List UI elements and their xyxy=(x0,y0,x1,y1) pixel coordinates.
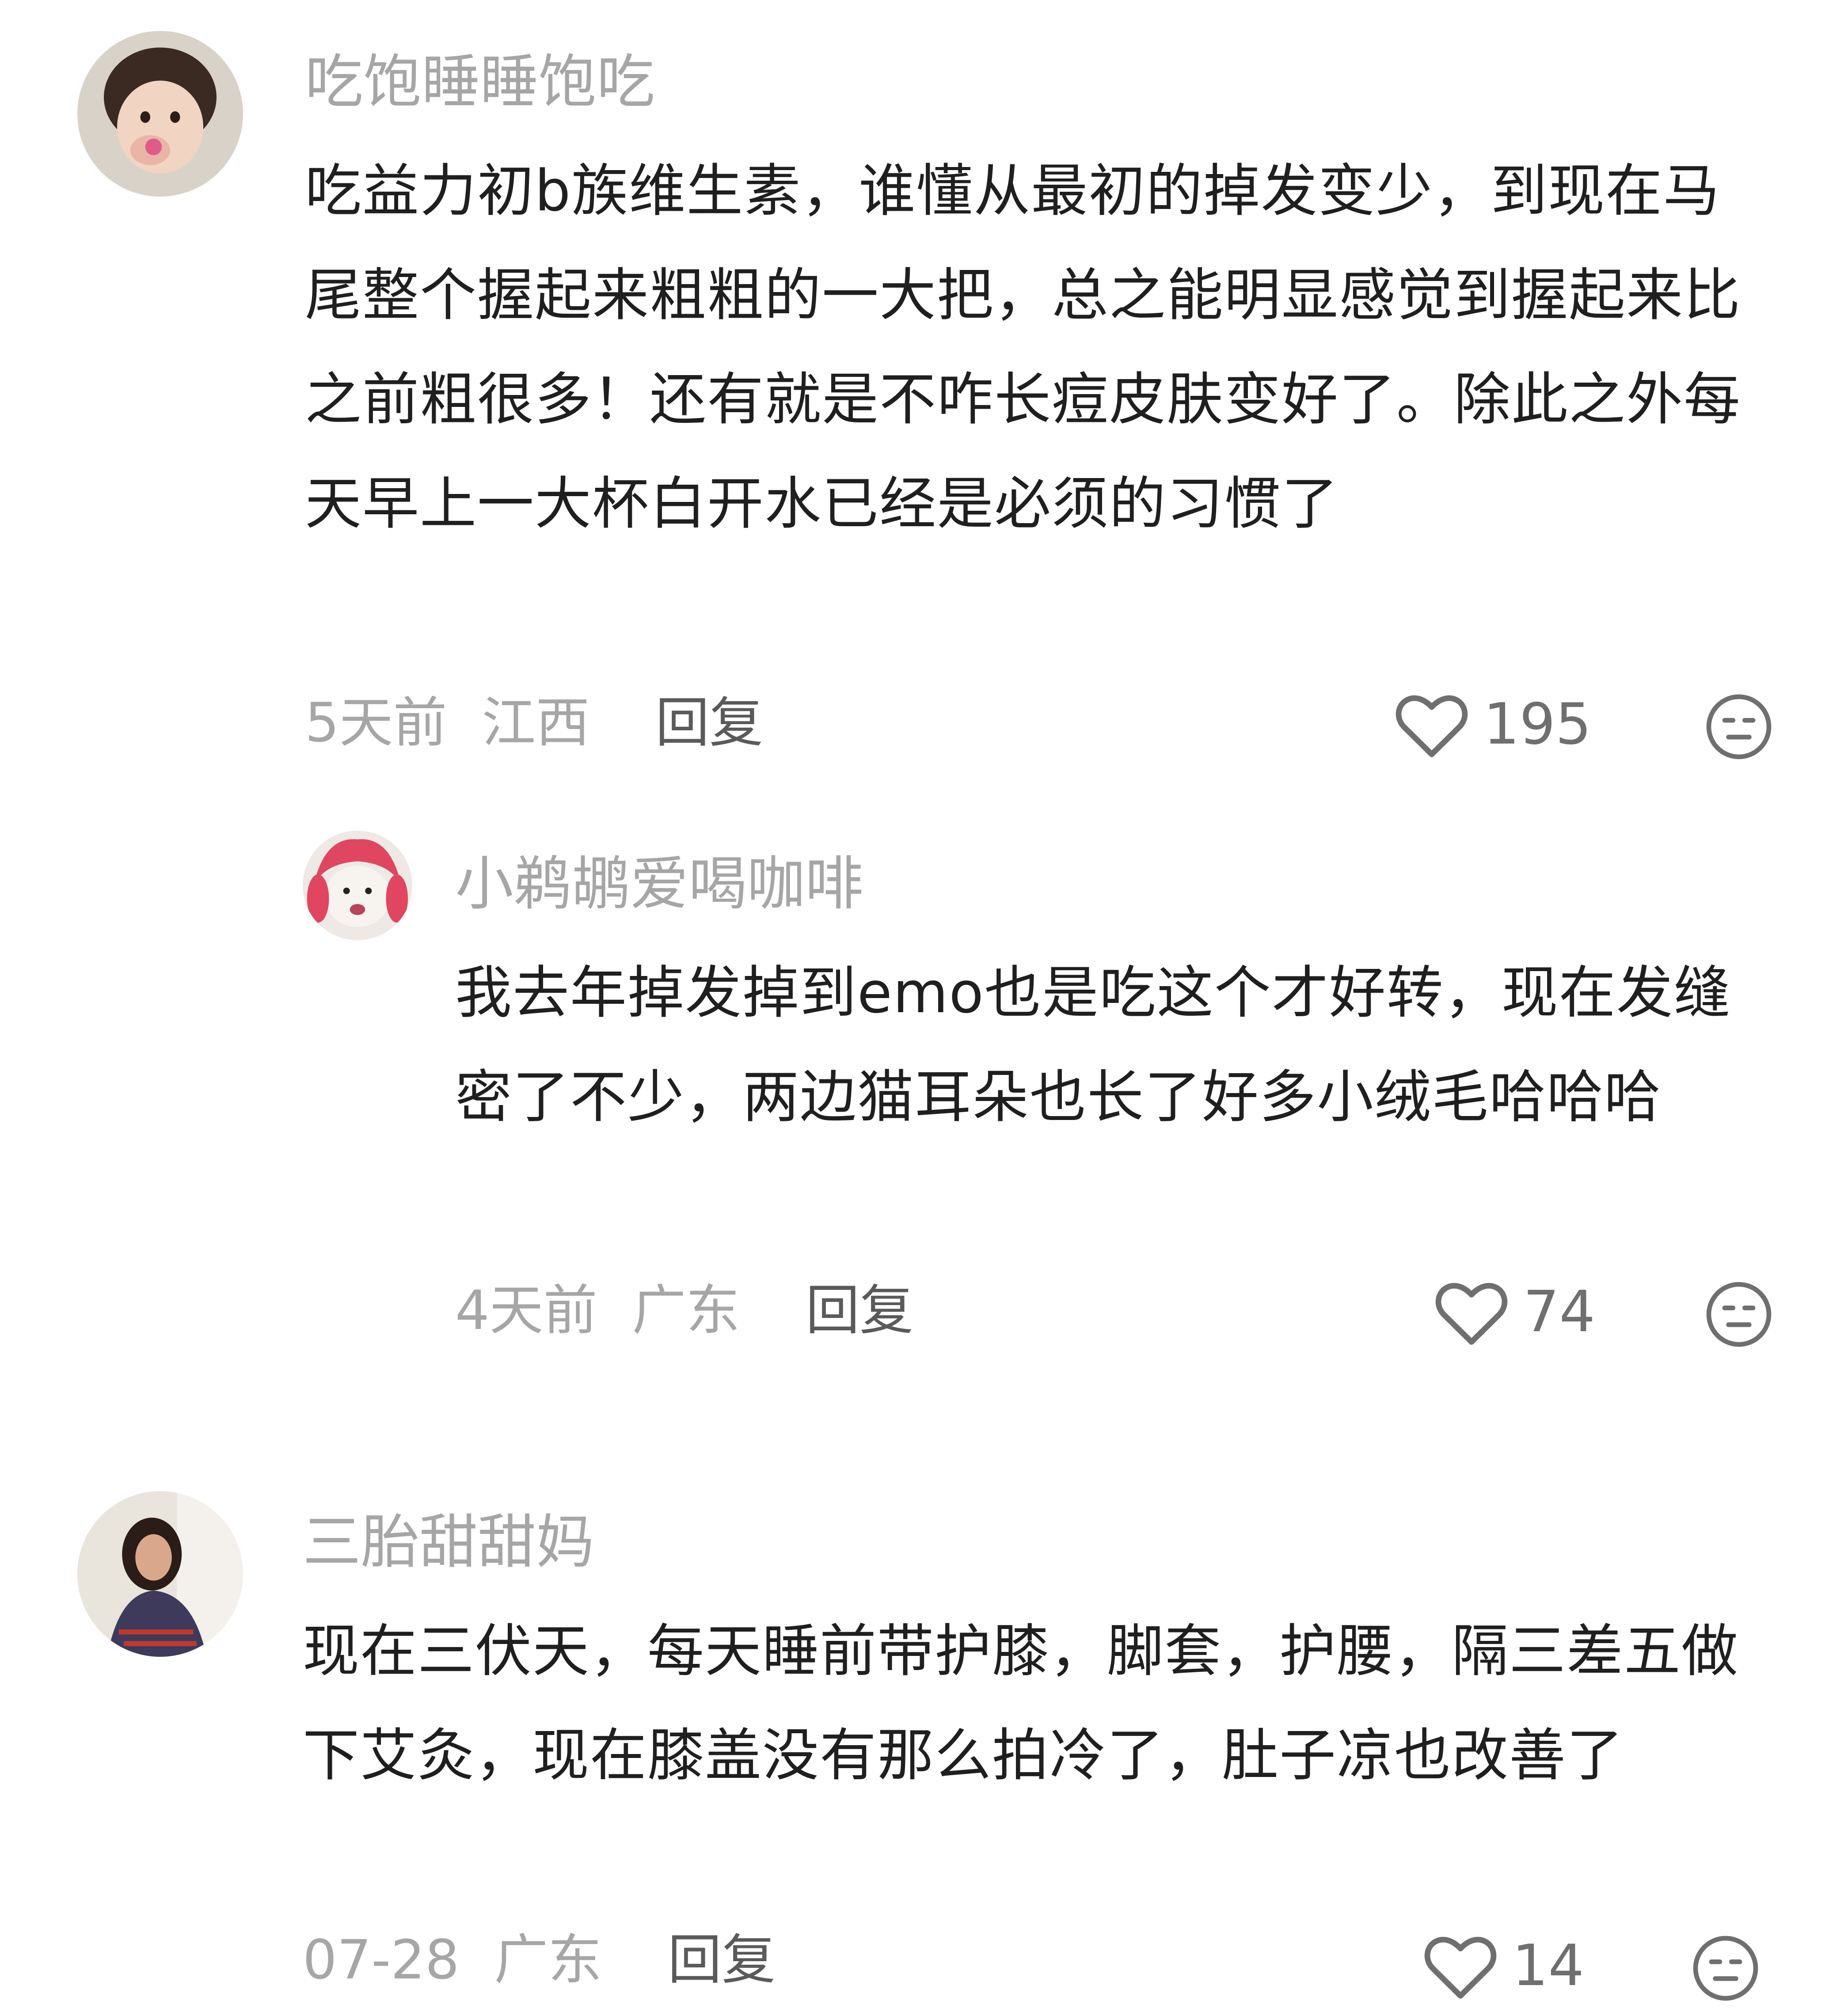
comment-time: 5天前 xyxy=(305,691,447,754)
meh-face-icon xyxy=(1706,1282,1772,1347)
username[interactable]: 小鹈鹕爱喝咖啡 xyxy=(455,855,863,913)
like-count: 74 xyxy=(1523,1279,1595,1345)
user-avatar[interactable] xyxy=(303,831,412,940)
like-button[interactable]: 195 xyxy=(1394,689,1591,760)
cat-with-pink-wig-avatar-icon xyxy=(303,831,412,940)
comment-text: 吃益力初b族维生素，谁懂从最初的掉发变少，到现在马尾整个握起来粗粗的一大把，总之… xyxy=(305,158,1742,537)
username[interactable]: 三胎甜甜妈 xyxy=(303,1513,594,1572)
like-count: 195 xyxy=(1483,691,1592,757)
reply-button[interactable]: 回复 xyxy=(668,1929,776,1991)
meh-face-icon xyxy=(1693,1936,1758,2001)
like-count: 14 xyxy=(1512,1933,1584,1999)
reply-button[interactable]: 回复 xyxy=(806,1279,913,1342)
comment-time: 07-28 xyxy=(303,1929,460,1991)
comment-location: 广东 xyxy=(494,1929,602,1991)
heart-outline-icon xyxy=(1396,695,1468,757)
reply-location: 广东 xyxy=(632,1279,740,1342)
reply-text: 我去年掉发掉到emo也是吃这个才好转，现在发缝密了不少，两边猫耳朵也长了好多小绒… xyxy=(455,960,1731,1130)
reply-button[interactable]: 回复 xyxy=(655,691,763,754)
comment-location: 江西 xyxy=(482,691,590,754)
heart-outline-icon xyxy=(1424,1936,1497,1999)
woman-photo-avatar-icon xyxy=(77,1491,243,1657)
like-button[interactable]: 74 xyxy=(1434,1277,1595,1348)
user-avatar[interactable] xyxy=(77,31,243,197)
meh-face-icon xyxy=(1706,694,1772,759)
dislike-button[interactable] xyxy=(1704,691,1774,762)
comment-meta: 07-28 广东 回复 xyxy=(303,1933,776,1987)
comment-meta: 5天前 江西 回复 xyxy=(305,696,763,750)
username[interactable]: 吃饱睡睡饱吃 xyxy=(305,53,655,111)
girl-photo-avatar-icon xyxy=(77,31,243,197)
dislike-button[interactable] xyxy=(1690,1933,1761,2004)
reply-meta: 4天前 广东 回复 xyxy=(455,1283,913,1337)
like-button[interactable]: 14 xyxy=(1423,1931,1584,2001)
dislike-button[interactable] xyxy=(1704,1279,1774,1350)
heart-outline-icon xyxy=(1435,1283,1508,1345)
comment-text: 现在三伏天，每天睡前带护膝，脚套，护腰，隔三差五做下艾灸，现在膝盖没有那么拍冷了… xyxy=(303,1618,1739,1788)
reply-time: 4天前 xyxy=(455,1279,597,1342)
user-avatar[interactable] xyxy=(77,1491,243,1657)
